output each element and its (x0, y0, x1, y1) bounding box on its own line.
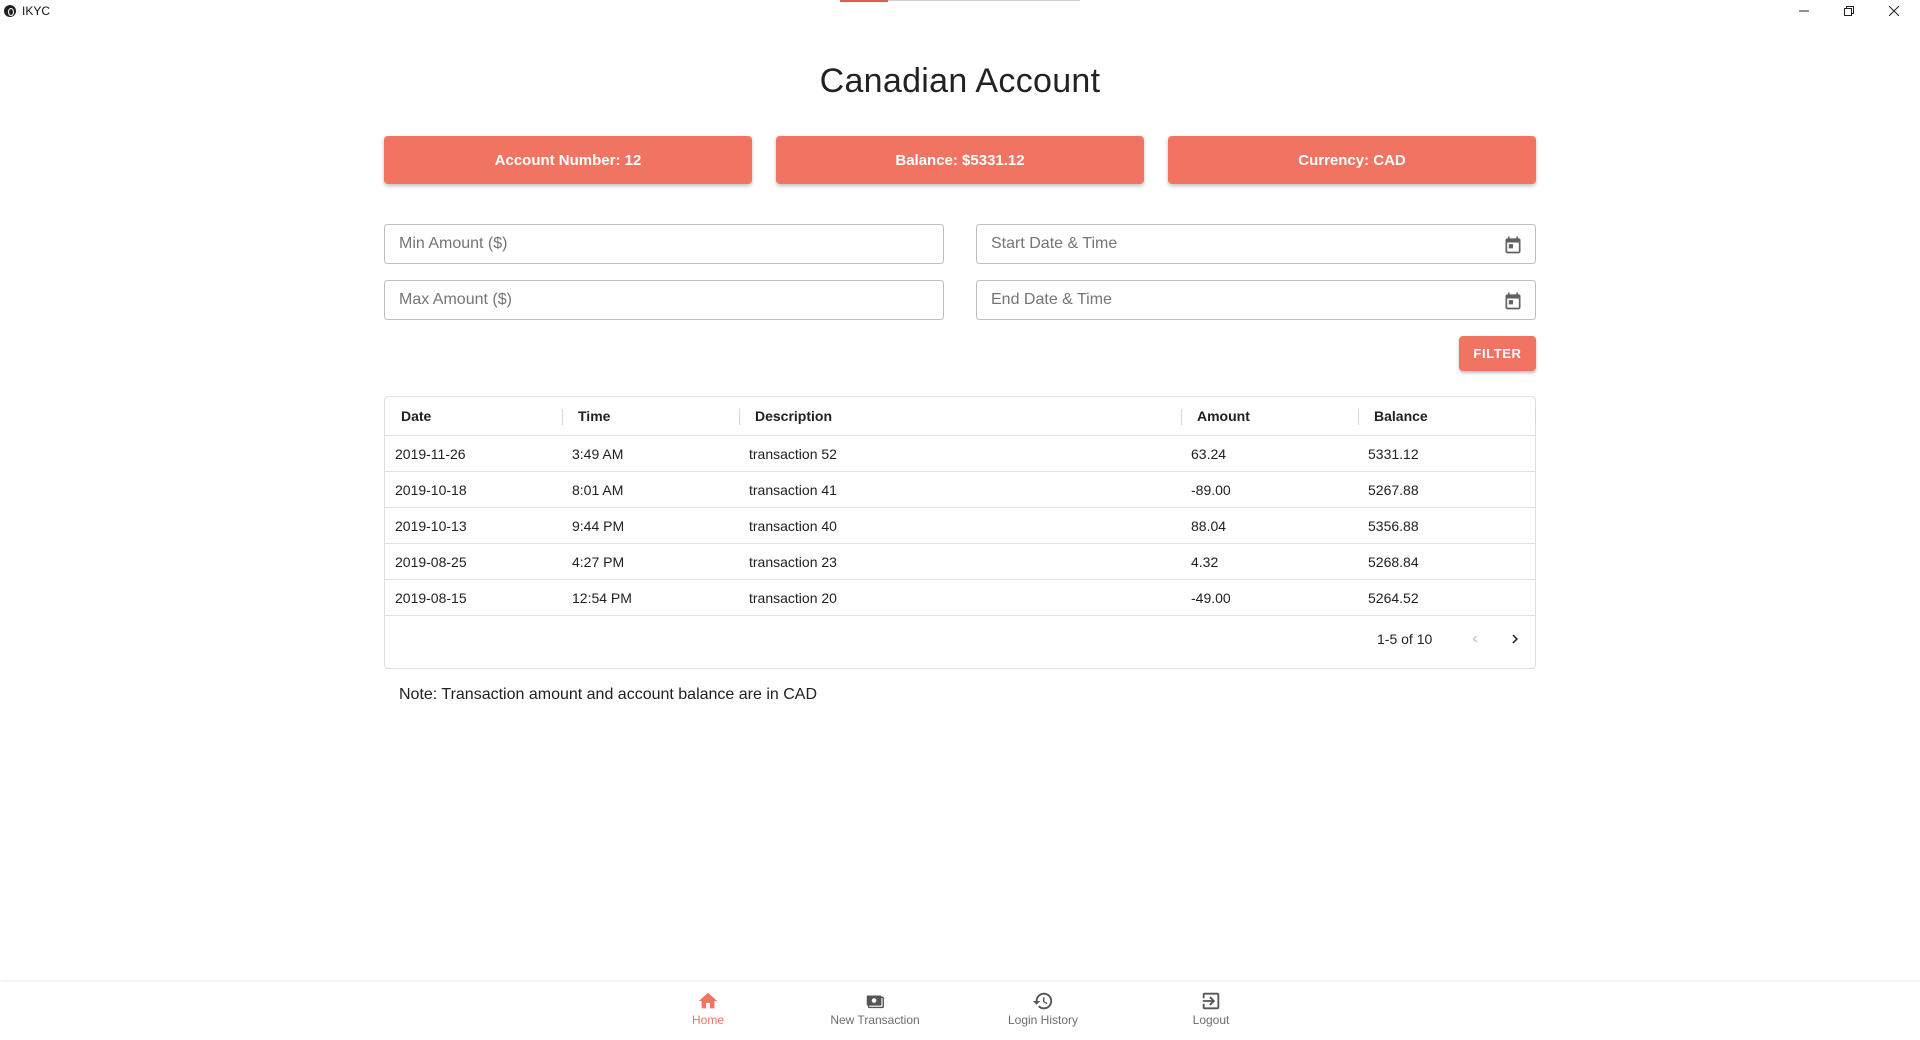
restore-icon (1844, 6, 1854, 16)
table-row[interactable]: 2019-08-25 4:27 PM transaction 23 4.32 5… (385, 544, 1535, 580)
table-row[interactable]: 2019-11-26 3:49 AM transaction 52 63.24 … (385, 436, 1535, 472)
nav-home-label: Home (691, 1013, 724, 1027)
cell-description: transaction 20 (749, 590, 837, 606)
currency-note: Note: Transaction amount and account bal… (399, 686, 818, 703)
cell-description: transaction 52 (749, 446, 837, 462)
tab-indicator (840, 0, 1080, 2)
cell-balance: 5356.88 (1368, 518, 1419, 534)
table-header: Date Time Description Amount Balance (385, 397, 1536, 436)
title-bar: IKYC (0, 0, 1920, 22)
home-icon (698, 992, 718, 1009)
table-row[interactable]: 2019-10-18 8:01 AM transaction 41 -89.00… (385, 472, 1535, 508)
start-date-input[interactable] (977, 225, 1535, 263)
min-amount-field[interactable] (384, 224, 944, 264)
nav-logout-label: Logout (1192, 1013, 1230, 1027)
column-separator[interactable] (562, 409, 563, 425)
column-separator[interactable] (1181, 409, 1182, 425)
account-number-card: Account Number: 12 (384, 136, 752, 184)
cell-date: 2019-11-26 (395, 446, 466, 462)
nav-new-transaction-label: New Transaction (830, 1013, 920, 1027)
transactions-table: Date Time Description Amount Balance 201… (384, 396, 1536, 669)
column-header-time[interactable]: Time (578, 397, 610, 436)
cell-amount: -89.00 (1191, 482, 1231, 498)
end-date-input[interactable] (977, 281, 1535, 319)
minimize-icon (1799, 10, 1809, 12)
pagination-label: 1-5 of 10 (1377, 631, 1433, 647)
cell-amount: -49.00 (1191, 590, 1231, 606)
cell-balance: 5267.88 (1368, 482, 1419, 498)
max-amount-field[interactable] (384, 280, 944, 320)
cell-balance: 5331.12 (1368, 446, 1419, 462)
column-separator[interactable] (1358, 409, 1359, 425)
end-date-field[interactable] (976, 280, 1536, 320)
previous-page-button[interactable] (1463, 627, 1487, 651)
nav-new-transaction[interactable]: New Transaction (800, 990, 950, 1034)
cell-amount: 63.24 (1191, 446, 1227, 462)
cell-time: 9:44 PM (572, 518, 625, 534)
nav-home[interactable]: Home (633, 990, 783, 1034)
page-title: Canadian Account (819, 62, 1101, 100)
cell-date: 2019-10-18 (395, 482, 467, 498)
cell-amount: 88.04 (1191, 518, 1227, 534)
cell-date: 2019-08-15 (395, 590, 467, 606)
minimize-button[interactable] (1781, 0, 1827, 22)
history-icon (1032, 992, 1053, 1010)
column-separator[interactable] (1535, 409, 1536, 425)
close-button[interactable] (1871, 0, 1917, 22)
column-header-date[interactable]: Date (401, 397, 431, 436)
close-icon (1889, 6, 1899, 16)
cell-time: 12:54 PM (572, 590, 632, 606)
filter-button[interactable]: FILTER (1459, 336, 1536, 371)
logout-icon (1202, 992, 1220, 1010)
nav-login-history-label: Login History (1007, 1013, 1079, 1027)
start-date-field[interactable] (976, 224, 1536, 264)
app-logo-icon (4, 5, 16, 17)
nav-logout[interactable]: Logout (1136, 990, 1286, 1034)
cell-date: 2019-10-13 (395, 518, 467, 534)
nav-login-history[interactable]: Login History (968, 990, 1118, 1034)
cell-description: transaction 40 (749, 518, 837, 534)
money-icon (866, 995, 884, 1009)
column-header-amount[interactable]: Amount (1197, 397, 1250, 436)
cell-balance: 5264.52 (1368, 590, 1419, 606)
cell-date: 2019-08-25 (395, 554, 467, 570)
column-separator[interactable] (739, 409, 740, 425)
calendar-icon[interactable] (1503, 235, 1523, 255)
restore-button[interactable] (1826, 0, 1872, 22)
bottom-navigation: Home New Transaction Login History Logou… (0, 982, 1920, 1040)
chevron-right-icon (1512, 634, 1518, 644)
max-amount-input[interactable] (385, 281, 943, 319)
next-page-button[interactable] (1503, 627, 1527, 651)
cell-description: transaction 41 (749, 482, 837, 498)
min-amount-input[interactable] (385, 225, 943, 263)
cell-time: 3:49 AM (572, 446, 624, 462)
cell-amount: 4.32 (1191, 554, 1219, 570)
column-header-description[interactable]: Description (755, 397, 832, 436)
cell-time: 8:01 AM (572, 482, 624, 498)
cell-description: transaction 23 (749, 554, 837, 570)
table-row[interactable]: 2019-08-15 12:54 PM transaction 20 -49.0… (385, 580, 1535, 616)
column-header-balance[interactable]: Balance (1374, 397, 1428, 436)
calendar-icon[interactable] (1503, 291, 1523, 311)
currency-card: Currency: CAD (1168, 136, 1536, 184)
cell-time: 4:27 PM (572, 554, 625, 570)
cell-balance: 5268.84 (1368, 554, 1419, 570)
chevron-left-icon (1472, 635, 1477, 643)
table-row[interactable]: 2019-10-13 9:44 PM transaction 40 88.04 … (385, 508, 1535, 544)
balance-card: Balance: $5331.12 (776, 136, 1144, 184)
app-title: IKYC (22, 4, 51, 18)
